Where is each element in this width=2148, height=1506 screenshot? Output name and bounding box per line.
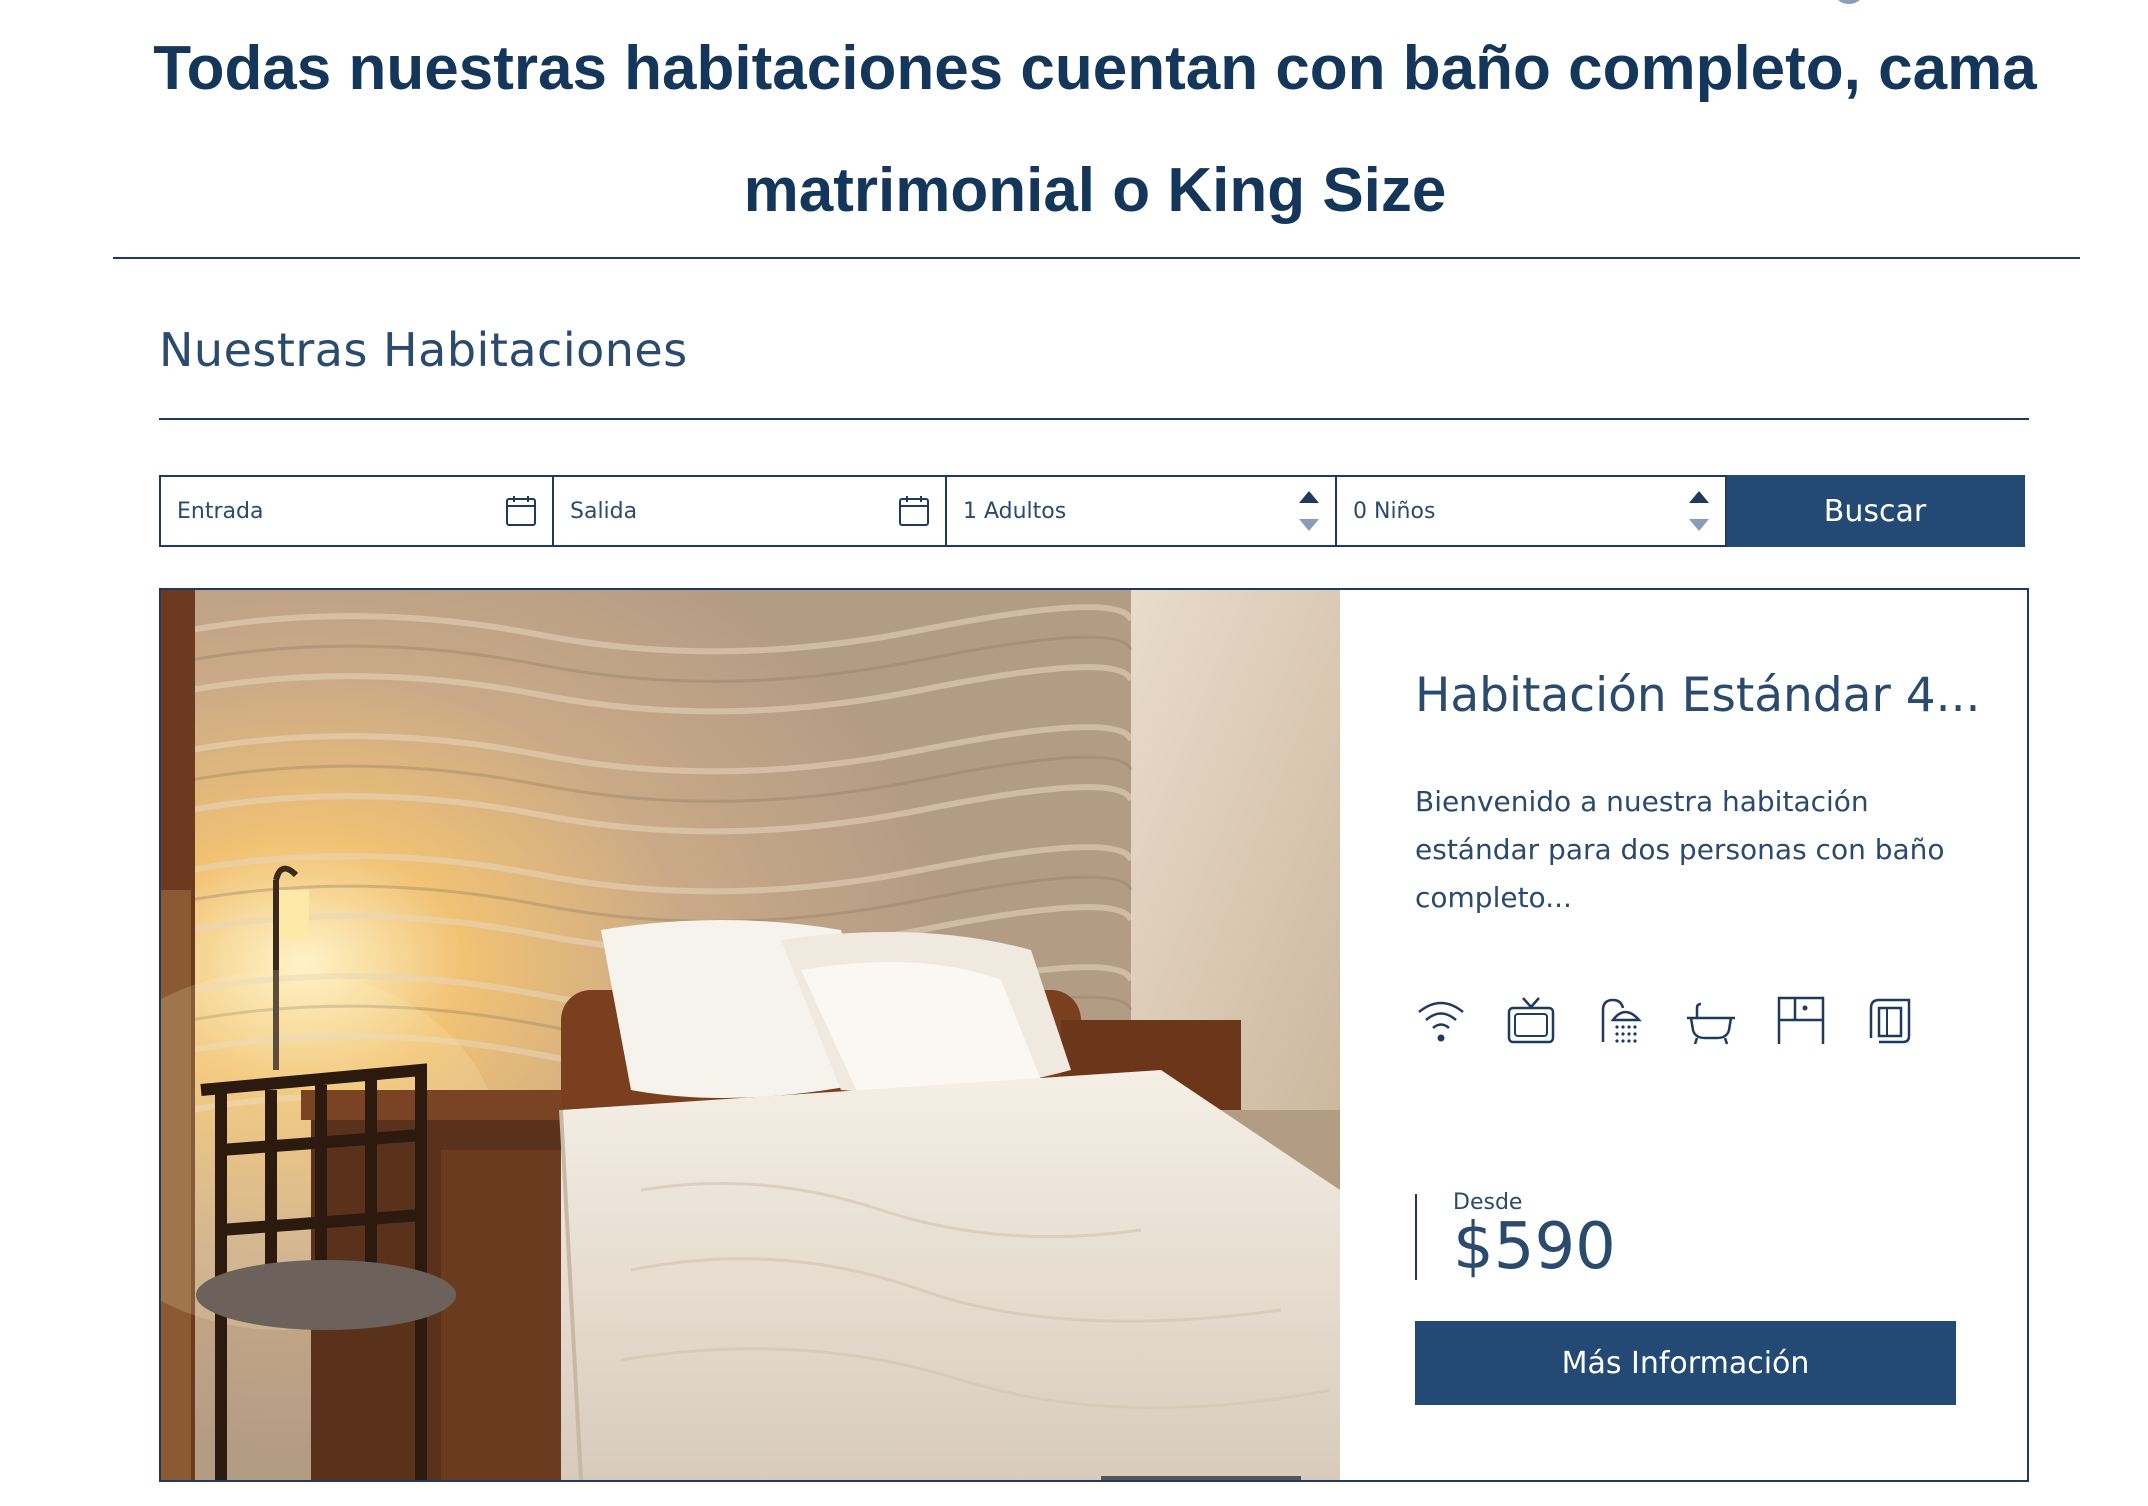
headline-decoration: [1832, 0, 1866, 4]
section-divider: [159, 418, 2029, 420]
search-button[interactable]: Buscar: [1725, 475, 2025, 547]
wardrobe-icon: [1777, 996, 1825, 1044]
check-out-field[interactable]: Salida: [552, 475, 947, 547]
calendar-icon[interactable]: [897, 494, 931, 528]
headline-line-2: matrimonial o King Size: [743, 156, 1447, 225]
tv-icon: [1507, 997, 1555, 1044]
section-title: Nuestras Habitaciones: [159, 323, 688, 377]
room-photo-illustration: [161, 590, 1340, 1480]
price-value: $590: [1453, 1210, 1616, 1284]
wifi-icon: [1418, 1001, 1464, 1042]
towel-icon: [1869, 998, 1911, 1044]
page-headline: Todas nuestras habitaciones cuentan con …: [150, 8, 2040, 252]
divider: [113, 257, 2080, 259]
room-photo[interactable]: [161, 590, 1340, 1480]
room-name[interactable]: Habitación Estándar 4...: [1415, 668, 1980, 723]
booking-search-bar: Entrada Salida 1 Adultos 0 Niños Buscar: [159, 475, 2029, 547]
photo-slider-indicator: [1101, 1476, 1301, 1480]
room-info-panel: Habitación Estándar 4... Bienvenido a nu…: [1340, 590, 2027, 1480]
stepper-arrows-icon[interactable]: [1687, 487, 1711, 537]
bathtub-icon: [1687, 1002, 1735, 1045]
children-value: 0 Niños: [1353, 498, 1436, 524]
check-in-placeholder: Entrada: [177, 498, 264, 524]
calendar-icon[interactable]: [504, 494, 538, 528]
shower-icon: [1601, 998, 1642, 1043]
headline-line-1: Todas nuestras habitaciones cuentan con …: [153, 34, 2037, 103]
room-description: Bienvenido a nuestra habitación estándar…: [1415, 785, 1945, 914]
adults-value: 1 Adultos: [963, 498, 1067, 524]
check-out-placeholder: Salida: [570, 498, 638, 524]
more-info-button[interactable]: Más Información: [1415, 1321, 1956, 1405]
amenity-list: [1415, 994, 1917, 1046]
price-block: Desde $590: [1415, 1190, 1616, 1284]
check-in-field[interactable]: Entrada: [159, 475, 554, 547]
children-stepper[interactable]: 0 Niños: [1335, 475, 1727, 547]
stepper-arrows-icon[interactable]: [1297, 487, 1321, 537]
adults-stepper[interactable]: 1 Adultos: [945, 475, 1337, 547]
room-card: Habitación Estándar 4... Bienvenido a nu…: [159, 588, 2029, 1482]
